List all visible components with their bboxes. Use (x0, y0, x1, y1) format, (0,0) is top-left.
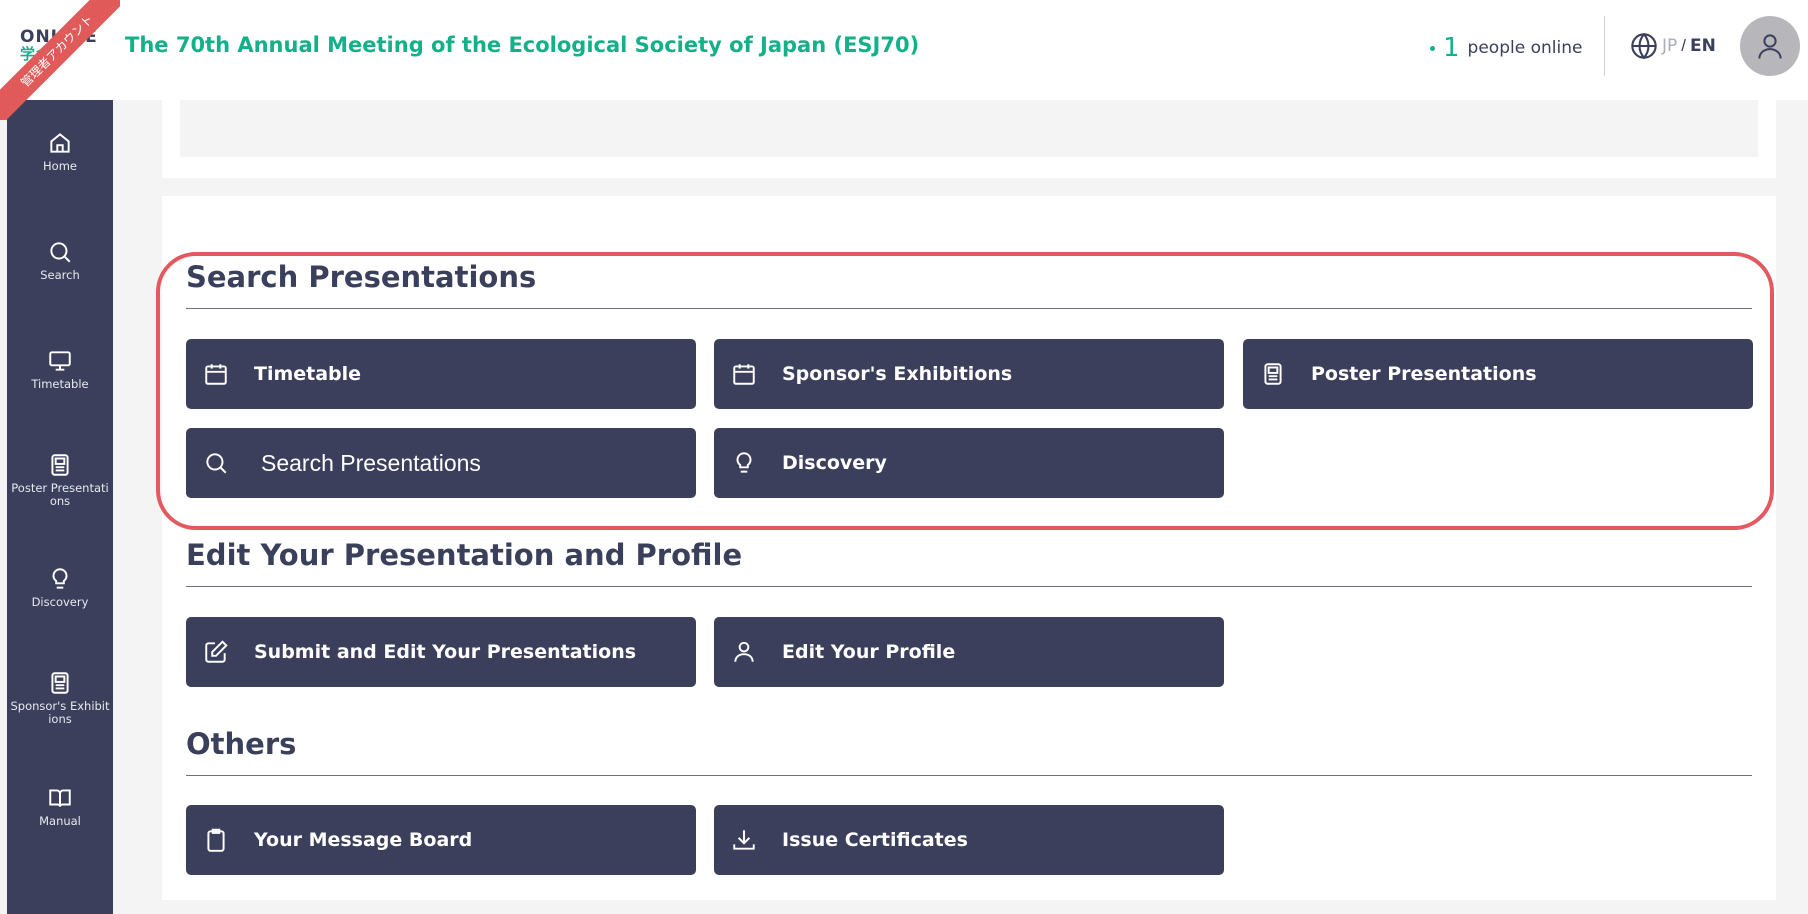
poster-icon (51, 454, 69, 476)
page-title: The 70th Annual Meeting of the Ecologica… (125, 33, 920, 57)
sidebar-item-label: Home (43, 159, 77, 173)
online-count: 1 (1443, 33, 1460, 63)
monitor-icon (49, 351, 71, 371)
lang-jp-option[interactable]: JP (1662, 36, 1677, 56)
button-label: Edit Your Profile (782, 641, 956, 663)
lightbulb-icon (52, 568, 68, 589)
search-icon (206, 453, 227, 474)
button-label: Sponsor's Exhibitions (782, 363, 1013, 385)
search-icon (50, 242, 71, 263)
user-avatar[interactable] (1740, 16, 1800, 76)
sidebar-item-label: Manual (39, 814, 81, 828)
logo-text-line2: 学会 (20, 45, 53, 63)
sidebar-item-label: Poster Presentations (11, 481, 109, 508)
section-title-others: Others (186, 727, 297, 761)
sponsors-exhibitions-button[interactable]: Sponsor's Exhibitions (714, 339, 1224, 409)
online-dot-icon (1430, 45, 1435, 51)
sidebar-item-label: Search (40, 268, 80, 282)
sidebar-item-label: Timetable (31, 377, 89, 391)
button-label: Poster Presentations (1311, 363, 1537, 385)
sidebar-item-timetable[interactable]: Timetable (7, 348, 113, 391)
timetable-button[interactable]: Timetable (186, 339, 696, 409)
sidebar-item-label: Sponsor's Exhibitions (10, 699, 110, 726)
button-label: Your Message Board (254, 829, 473, 851)
calendar-icon (733, 364, 755, 385)
logo-text-line1: ONLINE (20, 27, 98, 47)
poster-icon (1264, 363, 1282, 385)
globe-icon (1631, 32, 1657, 60)
section-title-edit: Edit Your Presentation and Profile (186, 538, 743, 572)
button-label: Submit and Edit Your Presentations (254, 641, 637, 663)
home-icon (50, 133, 70, 153)
previous-card-inner (180, 100, 1758, 157)
sidebar-item-discovery[interactable]: Discovery (7, 566, 113, 609)
button-label: Search Presentations (261, 449, 481, 476)
language-switcher[interactable]: JP / EN (1630, 32, 1716, 60)
search-presentations-button[interactable]: Search Presentations (186, 428, 696, 498)
lang-separator: / (1681, 36, 1686, 55)
app-logo[interactable]: ONLINE 学会 (20, 28, 100, 68)
submit-edit-presentations-button[interactable]: Submit and Edit Your Presentations (186, 617, 696, 687)
poster-icon (51, 672, 69, 694)
section-divider (186, 775, 1752, 776)
sidebar: Home Search Timetable Poster Presentatio… (7, 100, 113, 914)
section-divider (186, 586, 1752, 587)
sidebar-item-label: Discovery (31, 595, 89, 609)
sidebar-item-home[interactable]: Home (7, 130, 113, 173)
section-divider (186, 308, 1752, 309)
calendar-icon (205, 364, 227, 385)
issue-certificates-button[interactable]: Issue Certificates (714, 805, 1224, 875)
previous-card (162, 100, 1776, 178)
online-indicator: 1 people online (1430, 30, 1582, 66)
sidebar-item-poster-presentations[interactable]: Poster Presentations (7, 452, 113, 508)
discovery-button[interactable]: Discovery (714, 428, 1224, 498)
button-label: Timetable (254, 363, 362, 385)
user-icon (734, 641, 754, 662)
poster-presentations-button[interactable]: Poster Presentations (1243, 339, 1753, 409)
lang-en-option[interactable]: EN (1690, 36, 1716, 56)
section-title-search: Search Presentations (186, 260, 537, 294)
user-icon (1758, 34, 1782, 59)
sidebar-item-search[interactable]: Search (7, 239, 113, 282)
sidebar-item-sponsors-exhibitions[interactable]: Sponsor's Exhibitions (7, 670, 113, 726)
header-divider (1604, 16, 1605, 76)
clipboard-icon (207, 828, 225, 852)
button-label: Issue Certificates (782, 829, 968, 851)
online-label: people online (1467, 38, 1583, 58)
top-header: ONLINE 学会 The 70th Annual Meeting of the… (0, 0, 1808, 100)
message-board-button[interactable]: Your Message Board (186, 805, 696, 875)
lightbulb-icon (736, 452, 752, 473)
button-label: Discovery (782, 452, 887, 474)
edit-icon (205, 640, 228, 663)
sidebar-item-manual[interactable]: Manual (7, 785, 113, 828)
edit-profile-button[interactable]: Edit Your Profile (714, 617, 1224, 687)
download-icon (733, 830, 755, 850)
book-icon (49, 789, 71, 807)
